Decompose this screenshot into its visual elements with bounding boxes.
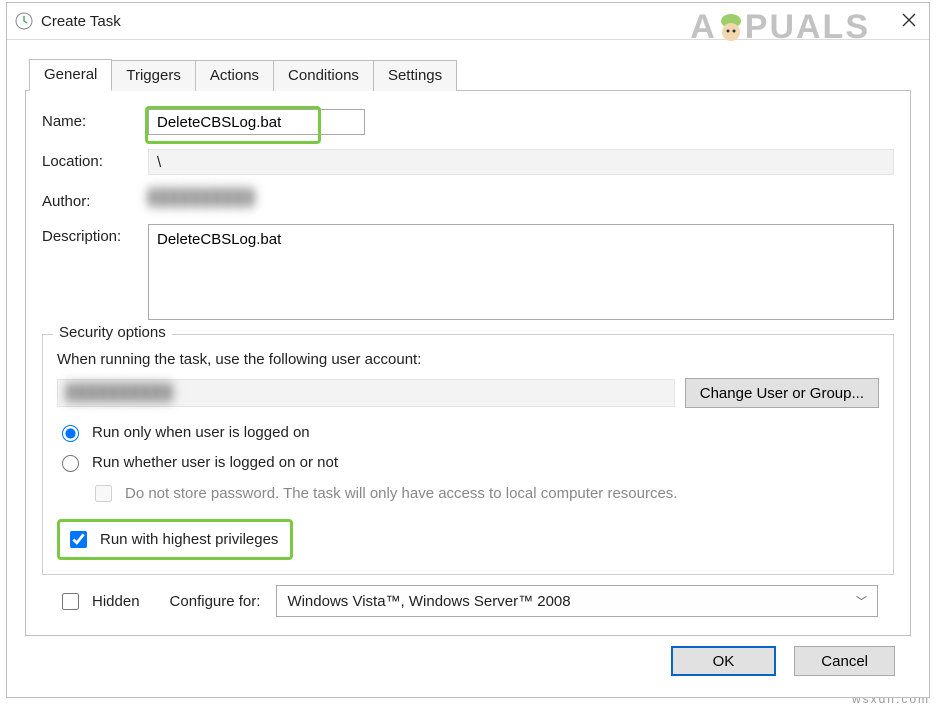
security-legend: Security options xyxy=(53,324,172,341)
configure-for-combo[interactable]: Windows Vista™, Windows Server™ 2008 ﹀ xyxy=(276,585,878,617)
chevron-down-icon: ﹀ xyxy=(856,593,867,609)
tab-general[interactable]: General xyxy=(29,59,112,91)
location-value: \ xyxy=(148,149,894,175)
check-store-password-input xyxy=(95,485,112,502)
name-input[interactable] xyxy=(148,109,365,135)
check-hidden-input[interactable] xyxy=(62,593,79,610)
description-label: Description: xyxy=(42,224,148,245)
titlebar: Create Task xyxy=(7,3,929,40)
check-highest-privileges-label: Run with highest privileges xyxy=(100,531,278,548)
configure-for-value: Windows Vista™, Windows Server™ 2008 xyxy=(287,593,570,610)
check-store-password: Do not store password. The task will onl… xyxy=(91,482,879,505)
radio-run-logged-or-not-label: Run whether user is logged on or not xyxy=(92,454,338,471)
user-account-value: ██████████ xyxy=(57,379,675,407)
check-hidden-label: Hidden xyxy=(92,593,140,610)
change-user-button[interactable]: Change User or Group... xyxy=(685,378,879,408)
security-options-group: Security options When running the task, … xyxy=(42,334,894,575)
close-button[interactable] xyxy=(895,7,923,33)
general-pane: Name: Location: \ Author: ██████████ Des… xyxy=(25,91,911,636)
name-label: Name: xyxy=(42,109,148,130)
radio-run-logged-or-not[interactable]: Run whether user is logged on or not xyxy=(57,452,879,472)
create-task-window: Create Task General Triggers Actions Con… xyxy=(6,2,930,698)
tab-conditions[interactable]: Conditions xyxy=(273,60,374,91)
radio-run-logged-on-label: Run only when user is logged on xyxy=(92,424,310,441)
description-input[interactable] xyxy=(148,224,894,320)
radio-run-logged-or-not-input[interactable] xyxy=(62,455,79,472)
author-value: ██████████ xyxy=(148,189,894,206)
ok-button[interactable]: OK xyxy=(671,646,777,676)
task-scheduler-icon xyxy=(15,12,33,30)
author-label: Author: xyxy=(42,189,148,210)
tab-strip: General Triggers Actions Conditions Sett… xyxy=(25,58,911,91)
check-hidden[interactable]: Hidden xyxy=(58,590,140,613)
location-label: Location: xyxy=(42,149,148,170)
radio-run-logged-on-input[interactable] xyxy=(62,425,79,442)
tab-settings[interactable]: Settings xyxy=(373,60,457,91)
tab-triggers[interactable]: Triggers xyxy=(111,60,195,91)
radio-run-logged-on[interactable]: Run only when user is logged on xyxy=(57,422,879,442)
window-title: Create Task xyxy=(41,13,121,30)
check-highest-privileges[interactable]: Run with highest privileges xyxy=(57,519,293,560)
tab-actions[interactable]: Actions xyxy=(195,60,274,91)
configure-for-label: Configure for: xyxy=(170,593,261,610)
cancel-button[interactable]: Cancel xyxy=(794,646,895,676)
security-prompt: When running the task, use the following… xyxy=(57,351,879,368)
check-highest-privileges-input[interactable] xyxy=(70,531,87,548)
check-store-password-label: Do not store password. The task will onl… xyxy=(125,485,677,502)
